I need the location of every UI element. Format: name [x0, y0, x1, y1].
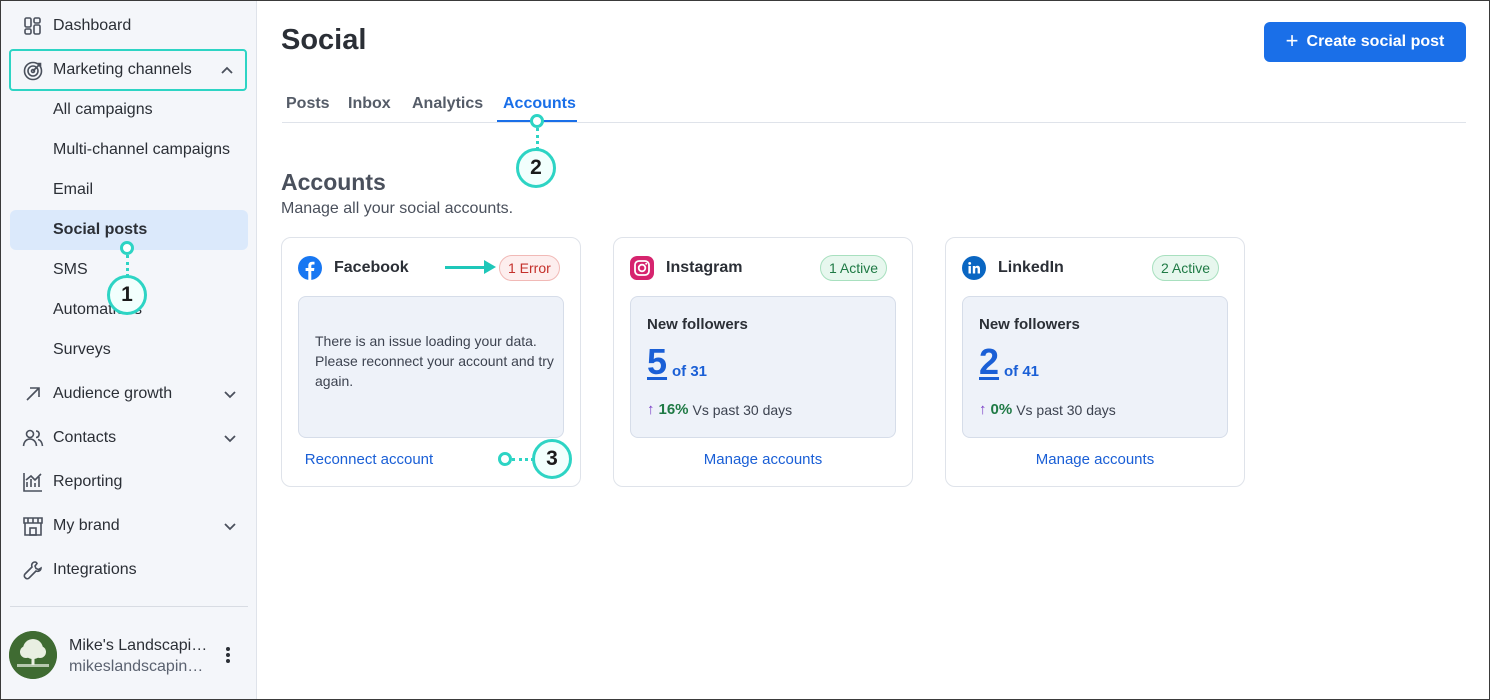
screenshot-border	[0, 0, 1490, 700]
